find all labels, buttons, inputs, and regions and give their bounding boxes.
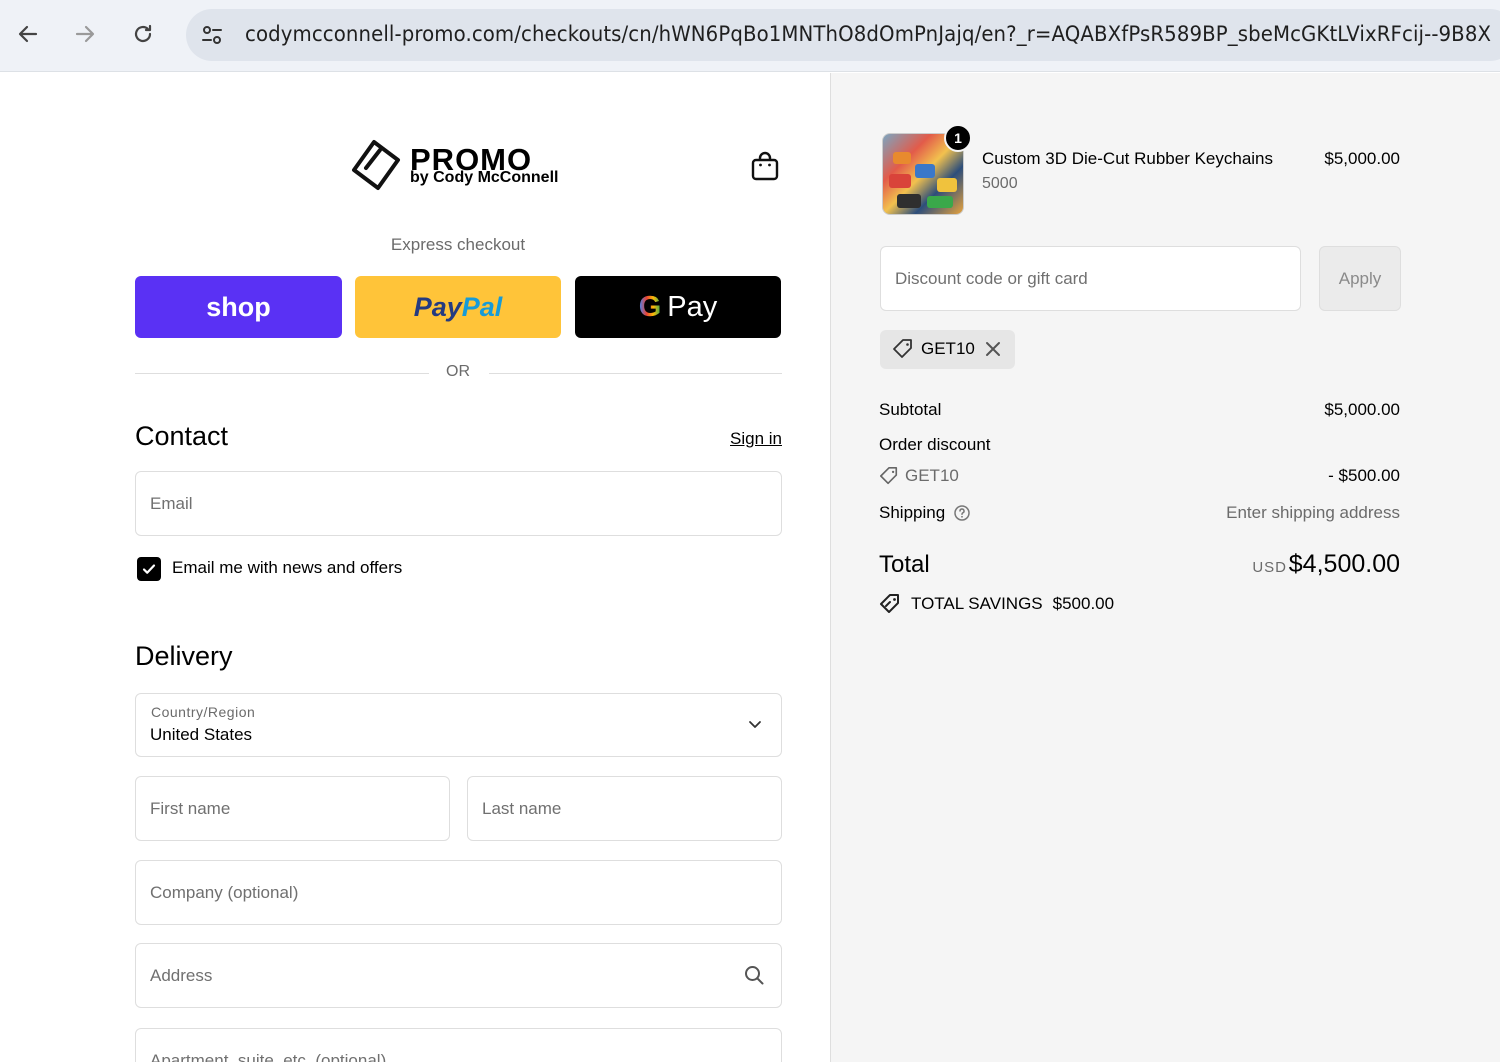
address-field[interactable] — [135, 943, 782, 1008]
or-divider-right — [489, 373, 782, 374]
brand-tagline: by Cody McConnell — [410, 169, 559, 186]
subtotal-label: Subtotal — [879, 400, 942, 419]
shopping-bag-icon[interactable] — [750, 150, 780, 182]
or-label: OR — [446, 363, 470, 380]
product-price: $5,000.00 — [1324, 149, 1400, 168]
product-name: Custom 3D Die-Cut Rubber Keychains — [982, 149, 1274, 168]
url-text: codymcconnell-promo.com/checkouts/cn/hWN… — [245, 22, 1492, 46]
tag-icon — [880, 467, 898, 485]
back-button[interactable] — [10, 16, 46, 52]
apartment-field[interactable] — [135, 1028, 782, 1062]
applied-discount-chip: GET10 — [880, 330, 1015, 369]
total-savings-value: $500.00 — [1052, 594, 1115, 613]
help-icon[interactable] — [953, 504, 971, 522]
express-checkout-label: Express checkout — [390, 235, 526, 254]
close-icon[interactable] — [984, 340, 1002, 358]
search-icon — [745, 966, 764, 985]
contact-title: Contact — [135, 421, 229, 451]
order-discount-label: Order discount — [879, 435, 991, 454]
email-input[interactable] — [136, 472, 781, 535]
shipping-value: Enter shipping address — [1226, 503, 1400, 522]
company-input[interactable] — [136, 861, 781, 924]
checkmark-icon — [142, 564, 156, 574]
browser-toolbar: codymcconnell-promo.com/checkouts/cn/hWN… — [0, 0, 1500, 72]
total-savings-label: TOTAL SAVINGS — [911, 594, 1043, 613]
shipping-label: Shipping — [879, 503, 946, 522]
company-field[interactable] — [135, 860, 782, 925]
google-pay-button[interactable]: G Pay — [575, 276, 781, 338]
reload-button[interactable] — [125, 16, 161, 52]
total-currency: USD — [1252, 559, 1287, 576]
discount-field[interactable] — [880, 246, 1301, 311]
country-value: United States — [150, 725, 253, 744]
savings-tag-icon — [880, 594, 899, 613]
or-divider-left — [135, 373, 429, 374]
delivery-title: Delivery — [135, 641, 233, 671]
chevron-down-icon — [749, 721, 761, 728]
total-value: $4,500.00 — [1288, 550, 1400, 578]
paypal-label-part1: Pay — [413, 291, 462, 322]
tag-icon — [893, 339, 912, 358]
paypal-button[interactable]: Pay Pal — [355, 276, 561, 338]
first-name-field[interactable] — [135, 776, 450, 841]
site-settings-icon[interactable] — [200, 23, 224, 47]
discount-value: - $500.00 — [1328, 466, 1400, 485]
sign-in-link[interactable]: Sign in — [730, 429, 782, 449]
subtotal-value: $5,000.00 — [1324, 400, 1400, 419]
arrow-right-icon — [75, 25, 95, 43]
discount-input[interactable] — [881, 247, 1300, 310]
email-field[interactable] — [135, 471, 782, 536]
address-input[interactable] — [136, 944, 781, 1007]
country-label: Country/Region — [151, 704, 256, 720]
last-name-field[interactable] — [467, 776, 782, 841]
country-select[interactable]: Country/Region United States — [135, 693, 782, 757]
quantity-badge: 1 — [944, 124, 972, 152]
google-g-icon: G — [638, 290, 662, 323]
last-name-input[interactable] — [468, 777, 781, 840]
shop-pay-label: shop — [206, 291, 271, 322]
promo-logo[interactable]: PROMO by Cody McConnell — [348, 138, 578, 198]
arrow-left-icon — [18, 25, 38, 43]
address-bar[interactable]: codymcconnell-promo.com/checkouts/cn/hWN… — [186, 9, 1500, 61]
logo-mark-icon — [352, 140, 400, 190]
newsletter-checkbox[interactable] — [137, 557, 161, 581]
apartment-input[interactable] — [136, 1029, 781, 1062]
discount-code-label: GET10 — [905, 466, 959, 485]
paypal-label-part2: Pal — [461, 291, 503, 322]
forward-button[interactable] — [67, 16, 103, 52]
first-name-input[interactable] — [136, 777, 449, 840]
shop-pay-button[interactable]: shop — [135, 276, 342, 338]
google-pay-label: Pay — [667, 290, 718, 323]
total-savings-row: TOTAL SAVINGS $500.00 — [879, 593, 1114, 615]
reload-icon — [134, 24, 152, 43]
product-variant: 5000 — [982, 175, 1018, 192]
apply-discount-button[interactable]: Apply — [1319, 246, 1401, 311]
shipping-row: Shipping — [879, 503, 971, 523]
newsletter-label: Email me with news and offers — [172, 558, 403, 577]
total-label: Total — [879, 551, 930, 578]
discount-code-row: GET10 — [879, 466, 959, 486]
applied-discount-code: GET10 — [921, 339, 975, 358]
